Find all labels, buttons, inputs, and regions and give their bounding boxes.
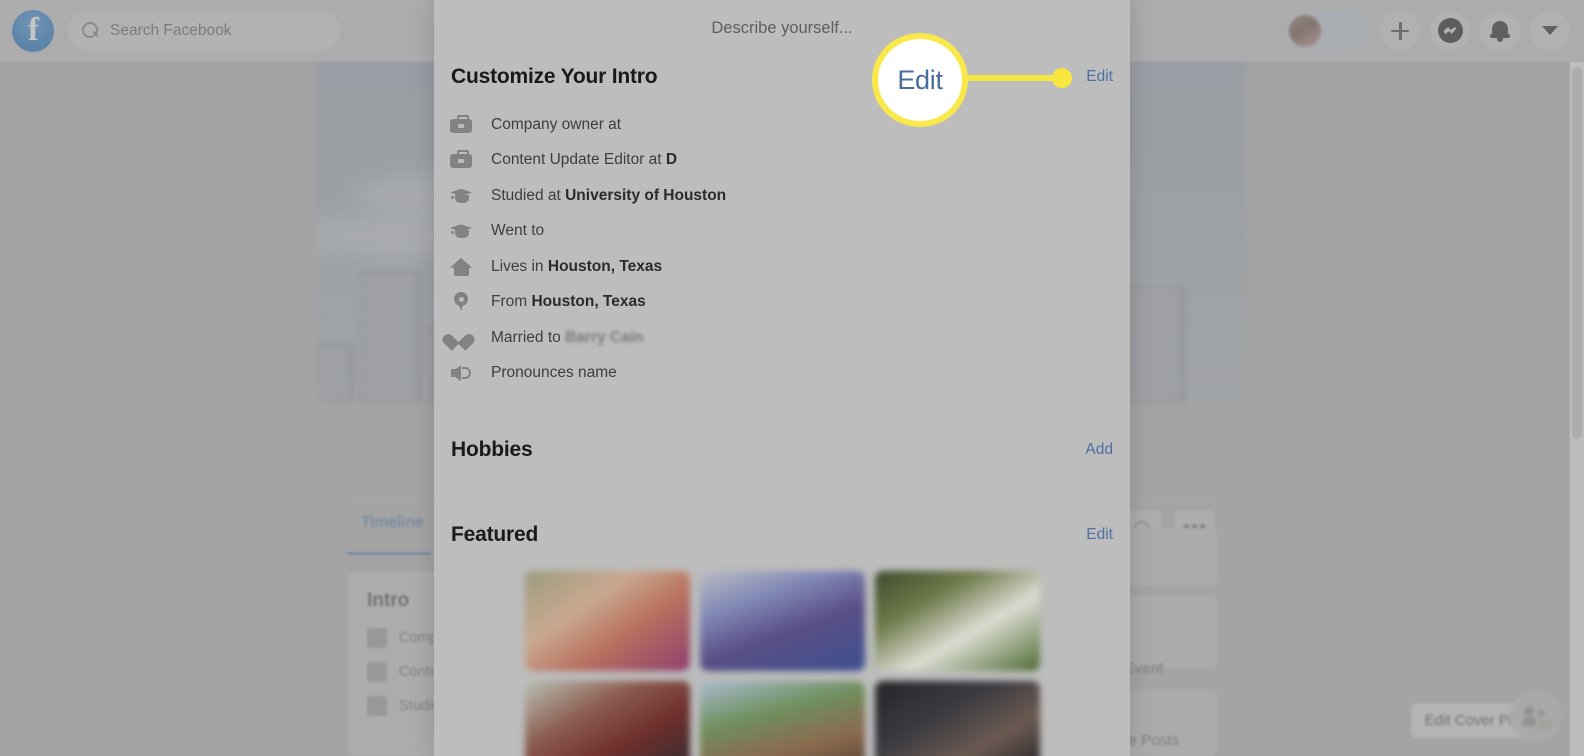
intro-item-label: Company owner at	[491, 115, 622, 133]
graduation-icon	[450, 185, 472, 207]
featured-photo-grid	[450, 571, 1114, 756]
describe-yourself-hint[interactable]: Describe yourself...	[711, 19, 852, 38]
intro-item-label: Pronounces name	[491, 364, 617, 382]
featured-photo[interactable]	[524, 571, 690, 671]
featured-photo[interactable]	[699, 681, 865, 756]
intro-item-pronounces-name[interactable]: Pronounces name	[450, 356, 1114, 392]
page-root: Edit Cover Photo Timeline ••• Intro Comp…	[0, 0, 1584, 756]
featured-photo[interactable]	[874, 571, 1040, 671]
callout-target-dot	[1052, 68, 1072, 88]
featured-photo[interactable]	[699, 571, 865, 671]
customize-intro-modal: Describe yourself... Customize Your Intr…	[434, 0, 1130, 756]
page-scrollbar[interactable]	[1570, 62, 1584, 756]
intro-item-label: Lives in Houston, Texas	[491, 257, 663, 275]
scrollbar-thumb[interactable]	[1572, 67, 1582, 439]
callout-magnifier-bubble: Edit	[872, 33, 968, 127]
intro-item-label: Went to	[491, 222, 549, 240]
graduation-icon	[450, 220, 472, 242]
hobbies-title: Hobbies	[451, 438, 533, 461]
speaker-icon	[450, 362, 472, 384]
modal-body: Customize Your Intro Edit Company owner …	[434, 65, 1130, 756]
intro-item-education-studied[interactable]: Studied at University of Houston	[450, 178, 1114, 214]
intro-item-label: From Houston, Texas	[491, 293, 646, 311]
modal-header: Describe yourself...	[434, 0, 1130, 56]
featured-title: Featured	[451, 523, 539, 546]
customize-intro-edit-link[interactable]: Edit	[1086, 68, 1113, 86]
intro-item-lives-in[interactable]: Lives in Houston, Texas	[450, 249, 1114, 285]
featured-photo[interactable]	[874, 681, 1040, 756]
intro-item-label: Content Update Editor at D	[491, 151, 678, 169]
intro-items-list: Company owner at Content Update Editor a…	[450, 107, 1114, 391]
intro-item-work-1[interactable]: Company owner at	[450, 107, 1114, 143]
intro-item-label: Married to Barry Cain	[491, 328, 644, 346]
briefcase-icon	[450, 114, 472, 136]
intro-item-education-went-to[interactable]: Went to	[450, 214, 1114, 250]
customize-intro-title: Customize Your Intro	[451, 65, 658, 88]
hobbies-add-link[interactable]: Add	[1085, 441, 1113, 459]
callout-magnified-label: Edit	[897, 64, 943, 95]
intro-item-work-2[interactable]: Content Update Editor at D	[450, 143, 1114, 179]
location-pin-icon	[450, 291, 472, 313]
section-header-featured: Featured Edit	[450, 523, 1114, 547]
intro-item-from[interactable]: From Houston, Texas	[450, 285, 1114, 321]
heart-icon	[450, 327, 472, 349]
briefcase-icon	[450, 149, 472, 171]
home-icon	[450, 256, 472, 278]
featured-edit-link[interactable]: Edit	[1086, 526, 1113, 544]
intro-item-relationship[interactable]: Married to Barry Cain	[450, 320, 1114, 356]
featured-photo[interactable]	[524, 681, 690, 756]
section-header-hobbies: Hobbies Add	[450, 438, 1114, 462]
intro-item-label: Studied at University of Houston	[491, 186, 727, 204]
